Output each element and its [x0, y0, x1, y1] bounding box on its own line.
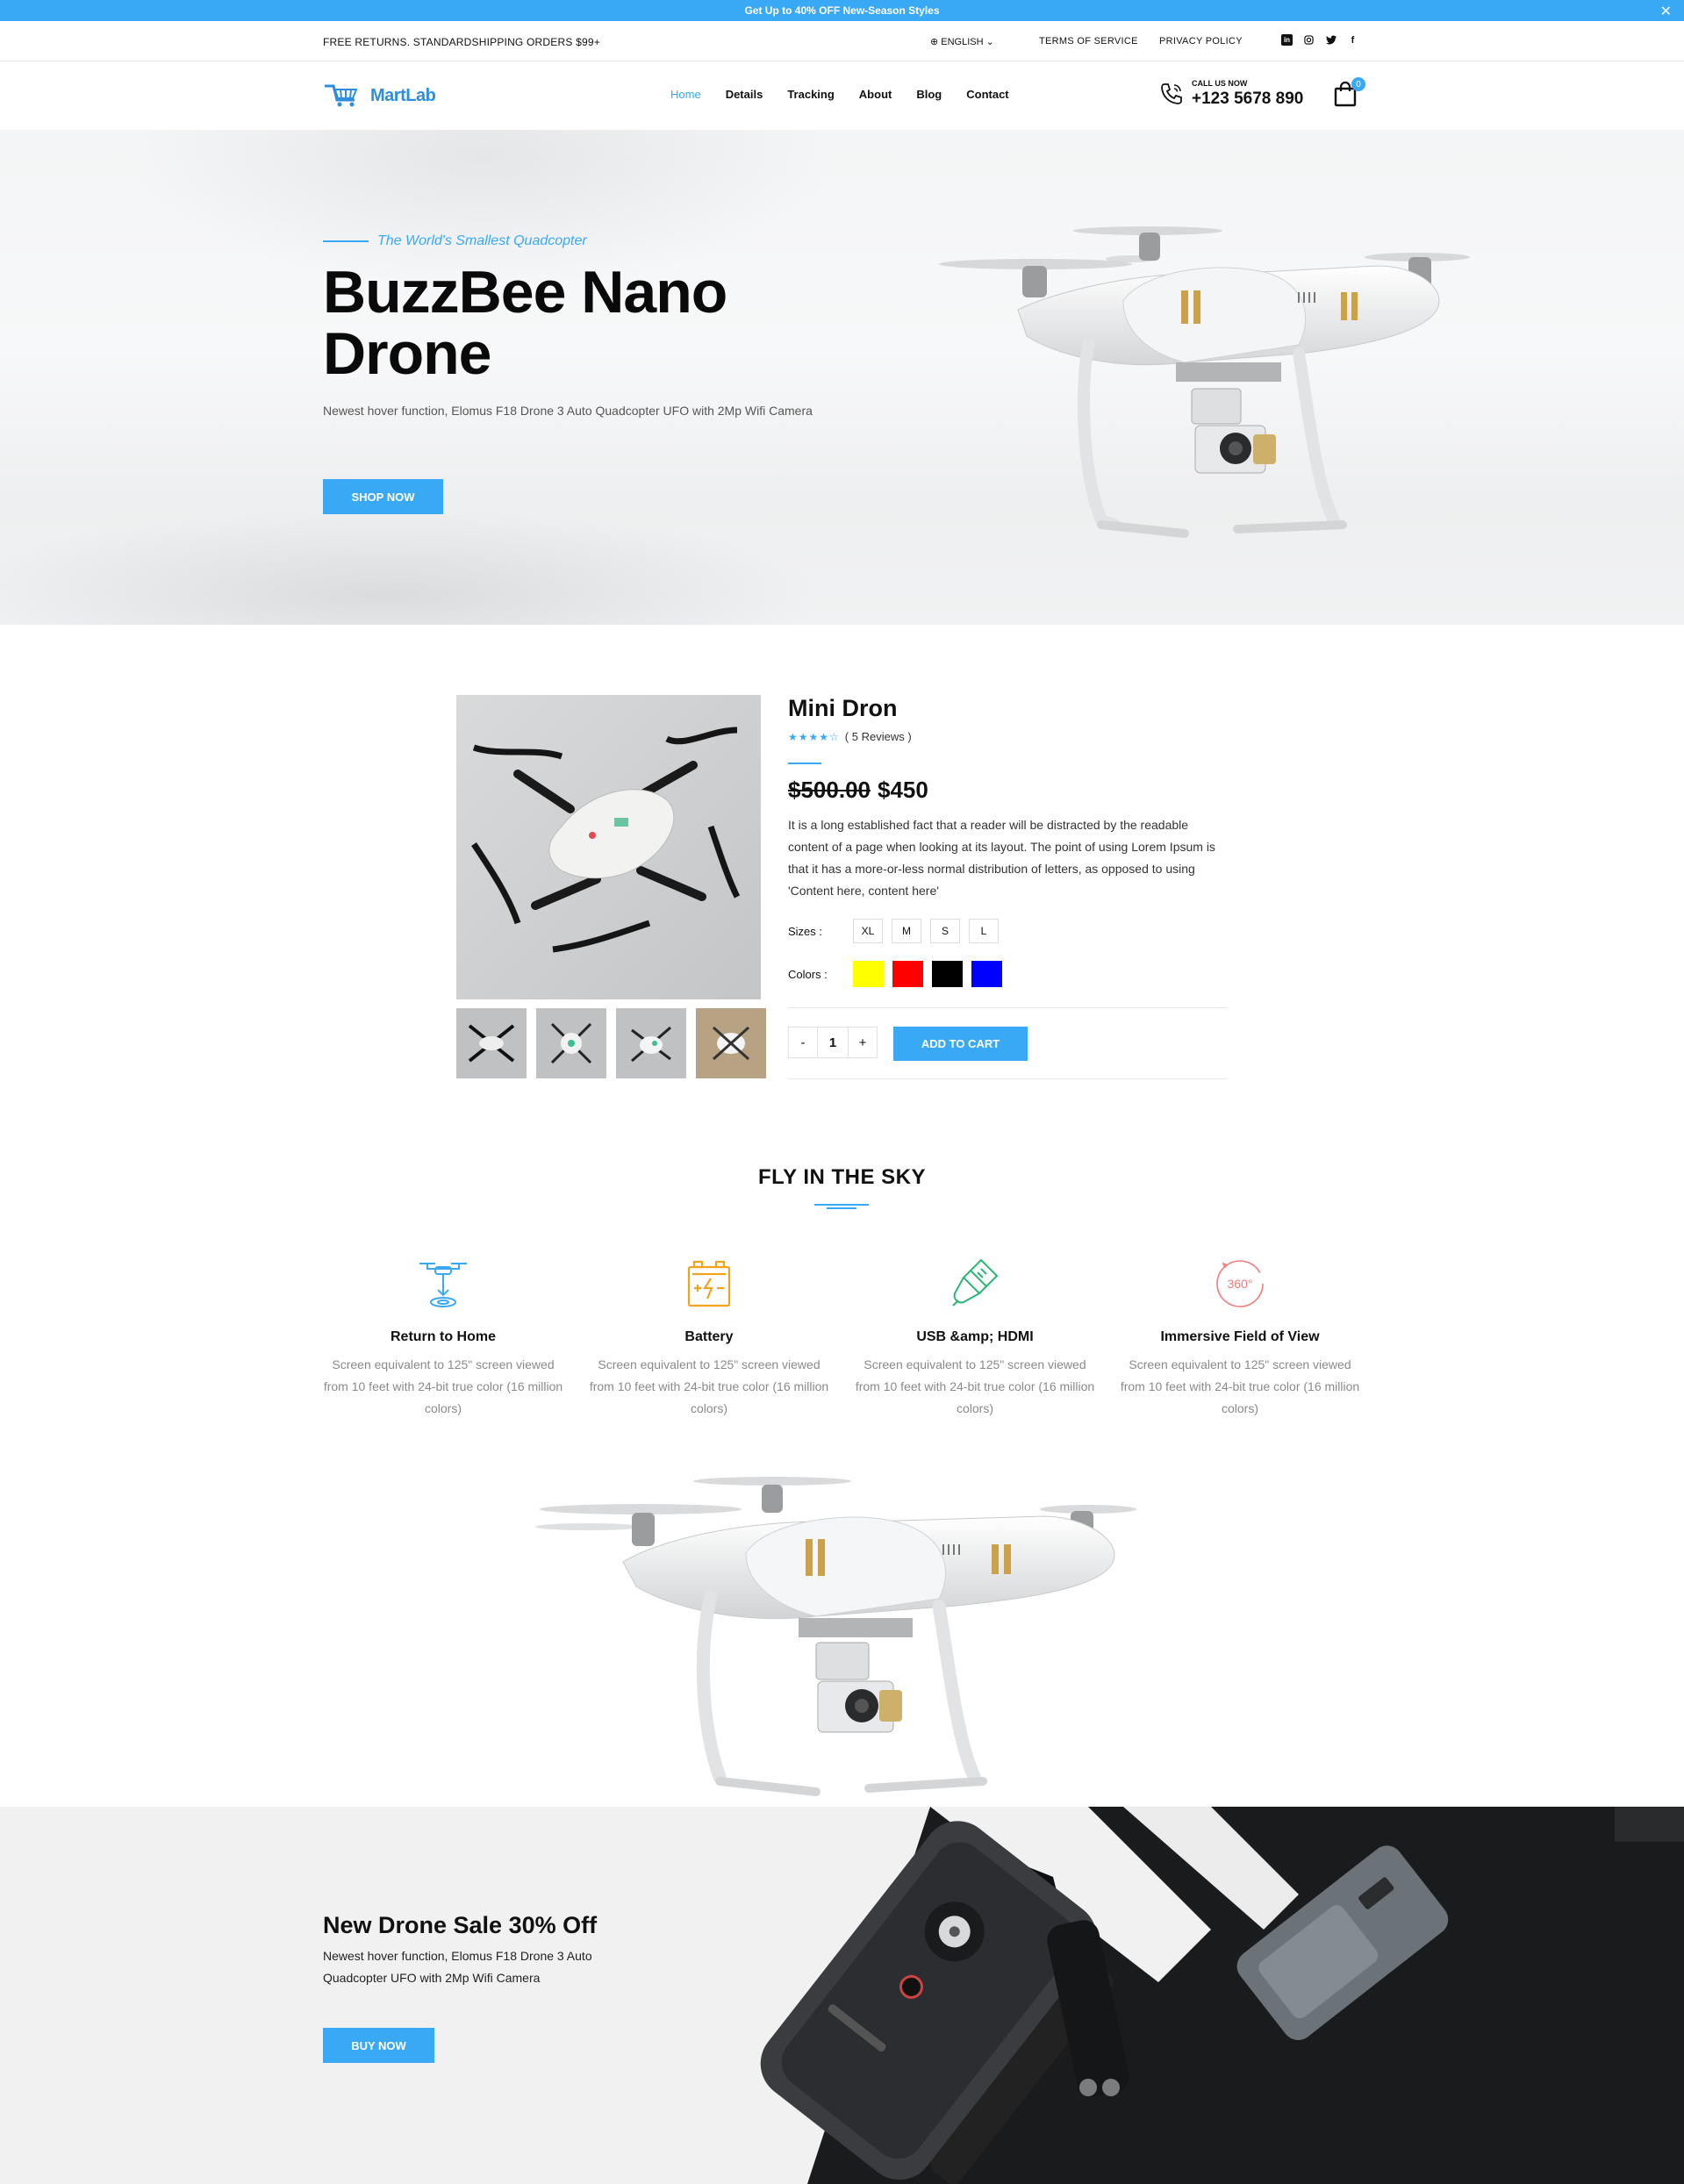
- feature-text: Screen equivalent to 125" screen viewed …: [855, 1357, 1095, 1415]
- twitter-icon[interactable]: [1325, 34, 1336, 46]
- cart-logo-icon: [325, 84, 358, 107]
- hero-section: The World's Smallest Quadcopter BuzzBee …: [0, 130, 1684, 625]
- announcement-text: Get Up to 40% OFF New-Season Styles: [744, 4, 940, 17]
- feature-text: Screen equivalent to 125" screen viewed …: [589, 1357, 829, 1415]
- usb-icon: [952, 1258, 999, 1307]
- color-swatch-black[interactable]: [932, 961, 963, 987]
- qty-decrease-button[interactable]: -: [789, 1028, 817, 1057]
- top-info-bar: FREE RETURNS. STANDARDSHIPPING ORDERS $9…: [0, 21, 1684, 61]
- features-section: FLY IN THE SKY Return to Home Screen equ…: [0, 1149, 1684, 1430]
- product-title: Mini Dron: [788, 695, 898, 721]
- phone-number: +123 5678 890: [1192, 90, 1304, 108]
- cart-button[interactable]: 0: [1334, 77, 1365, 109]
- main-nav: Home Details Tracking About Blog Contact: [670, 88, 1034, 101]
- feature-text: Screen equivalent to 125" screen viewed …: [323, 1357, 563, 1415]
- add-to-cart-button[interactable]: ADD TO CART: [893, 1027, 1028, 1061]
- 360-icon-text: 360°: [1228, 1277, 1253, 1291]
- product-description: It is a long established fact that a rea…: [788, 818, 1215, 898]
- sale-banner: New Drone Sale 30% Off Newest hover func…: [0, 1807, 1684, 2184]
- instagram-icon[interactable]: [1303, 34, 1315, 46]
- call-label: CALL US NOW: [1192, 79, 1248, 88]
- phone-icon: [1161, 83, 1182, 104]
- buy-now-button[interactable]: BUY NOW: [323, 2028, 434, 2063]
- star-rating-icon: ★★★★☆: [788, 730, 840, 743]
- hero-tagline-text: The World's Smallest Quadcopter: [377, 233, 587, 248]
- battery-icon: [687, 1260, 731, 1307]
- terms-link[interactable]: TERMS OF SERVICE: [1039, 36, 1138, 47]
- product-thumbnail[interactable]: [616, 1008, 686, 1078]
- shop-now-button[interactable]: SHOP NOW: [323, 479, 443, 514]
- feature-title: Return to Home: [391, 1329, 496, 1344]
- hero-drone-image: [939, 226, 1470, 538]
- language-select[interactable]: ⊕ ENGLISH ⌄: [930, 36, 994, 47]
- product-thumbnail[interactable]: [536, 1008, 606, 1078]
- size-option-l[interactable]: L: [969, 919, 999, 943]
- nav-home[interactable]: Home: [670, 88, 701, 101]
- review-count: ( 5 Reviews ): [844, 730, 912, 743]
- main-header: MartLab Home Details Tracking About Blog…: [0, 61, 1684, 130]
- qty-value[interactable]: 1: [817, 1028, 849, 1057]
- product-thumbnail[interactable]: [696, 1008, 766, 1078]
- hero-title: BuzzBee Nano Drone: [323, 259, 727, 387]
- current-price: $450: [877, 777, 928, 803]
- privacy-link[interactable]: PRIVACY POLICY: [1159, 36, 1243, 47]
- color-swatch-blue[interactable]: [971, 961, 1002, 987]
- feature-item: 360° Immersive Field of View Screen equi…: [1116, 1255, 1364, 1420]
- logo[interactable]: MartLab: [323, 81, 436, 111]
- drone-return-icon: [419, 1263, 467, 1307]
- size-option-xl[interactable]: XL: [853, 919, 883, 943]
- drone-case-image: [760, 1807, 1684, 2184]
- nav-contact[interactable]: Contact: [966, 88, 1008, 101]
- product-price: $500.00 $450: [788, 777, 928, 804]
- social-links: in f: [1281, 34, 1358, 46]
- promo-drone-image: [535, 1477, 1136, 1796]
- old-price: $500.00: [788, 777, 871, 803]
- feature-item: Battery Screen equivalent to 125" screen…: [585, 1255, 833, 1420]
- sale-description: Newest hover function, Elomus F18 Drone …: [323, 1949, 592, 1985]
- nav-about[interactable]: About: [859, 88, 892, 101]
- sale-title: New Drone Sale 30% Off: [323, 1912, 598, 1938]
- facebook-icon[interactable]: f: [1347, 34, 1358, 46]
- product-rating[interactable]: ★★★★☆ ( 5 Reviews ): [788, 730, 912, 743]
- feature-item: USB &amp; HDMI Screen equivalent to 125"…: [851, 1255, 1099, 1420]
- shipping-notice: FREE RETURNS. STANDARDSHIPPING ORDERS $9…: [323, 36, 600, 48]
- nav-blog[interactable]: Blog: [916, 88, 942, 101]
- size-option-s[interactable]: S: [930, 919, 960, 943]
- feature-text: Screen equivalent to 125" screen viewed …: [1120, 1357, 1360, 1415]
- quantity-stepper: - 1 +: [788, 1027, 878, 1058]
- logo-text: MartLab: [370, 85, 436, 105]
- features-heading: FLY IN THE SKY: [757, 1165, 927, 1189]
- mini-drone-image: [471, 727, 741, 953]
- feature-title: USB &amp; HDMI: [916, 1329, 1034, 1344]
- feature-title: Battery: [684, 1329, 734, 1344]
- 360-icon: 360°: [1216, 1260, 1264, 1307]
- cart-count-badge: 0: [1351, 77, 1365, 91]
- qty-increase-button[interactable]: +: [849, 1028, 877, 1057]
- color-swatch-red[interactable]: [892, 961, 923, 987]
- nav-details[interactable]: Details: [726, 88, 763, 101]
- product-thumbnails: [456, 1008, 766, 1078]
- product-thumbnail[interactable]: [456, 1008, 527, 1078]
- feature-title: Immersive Field of View: [1160, 1329, 1320, 1344]
- globe-icon: ⊕: [930, 37, 939, 47]
- feature-item: Return to Home Screen equivalent to 125"…: [319, 1255, 567, 1420]
- close-icon[interactable]: ✕: [1660, 3, 1672, 20]
- color-swatch-yellow[interactable]: [853, 961, 884, 987]
- nav-tracking[interactable]: Tracking: [787, 88, 834, 101]
- language-value: ENGLISH: [941, 37, 984, 47]
- linkedin-icon[interactable]: in: [1281, 34, 1293, 46]
- size-option-m[interactable]: M: [892, 919, 921, 943]
- hero-description: Newest hover function, Elomus F18 Drone …: [323, 404, 813, 418]
- size-selector: Sizes : XL M S L: [788, 919, 999, 943]
- colors-label: Colors :: [788, 967, 828, 981]
- chevron-down-icon: ⌄: [985, 37, 994, 47]
- sizes-label: Sizes :: [788, 924, 823, 938]
- color-selector: Colors :: [788, 961, 1002, 987]
- announcement-bar: Get Up to 40% OFF New-Season Styles ✕: [0, 0, 1684, 21]
- call-us[interactable]: CALL US NOW +123 5678 890: [1158, 79, 1303, 109]
- product-section: Mini Dron ★★★★☆ ( 5 Reviews ) $500.00 $4…: [0, 625, 1684, 1099]
- product-main-image: [456, 695, 761, 999]
- hero-tagline: The World's Smallest Quadcopter: [323, 233, 587, 249]
